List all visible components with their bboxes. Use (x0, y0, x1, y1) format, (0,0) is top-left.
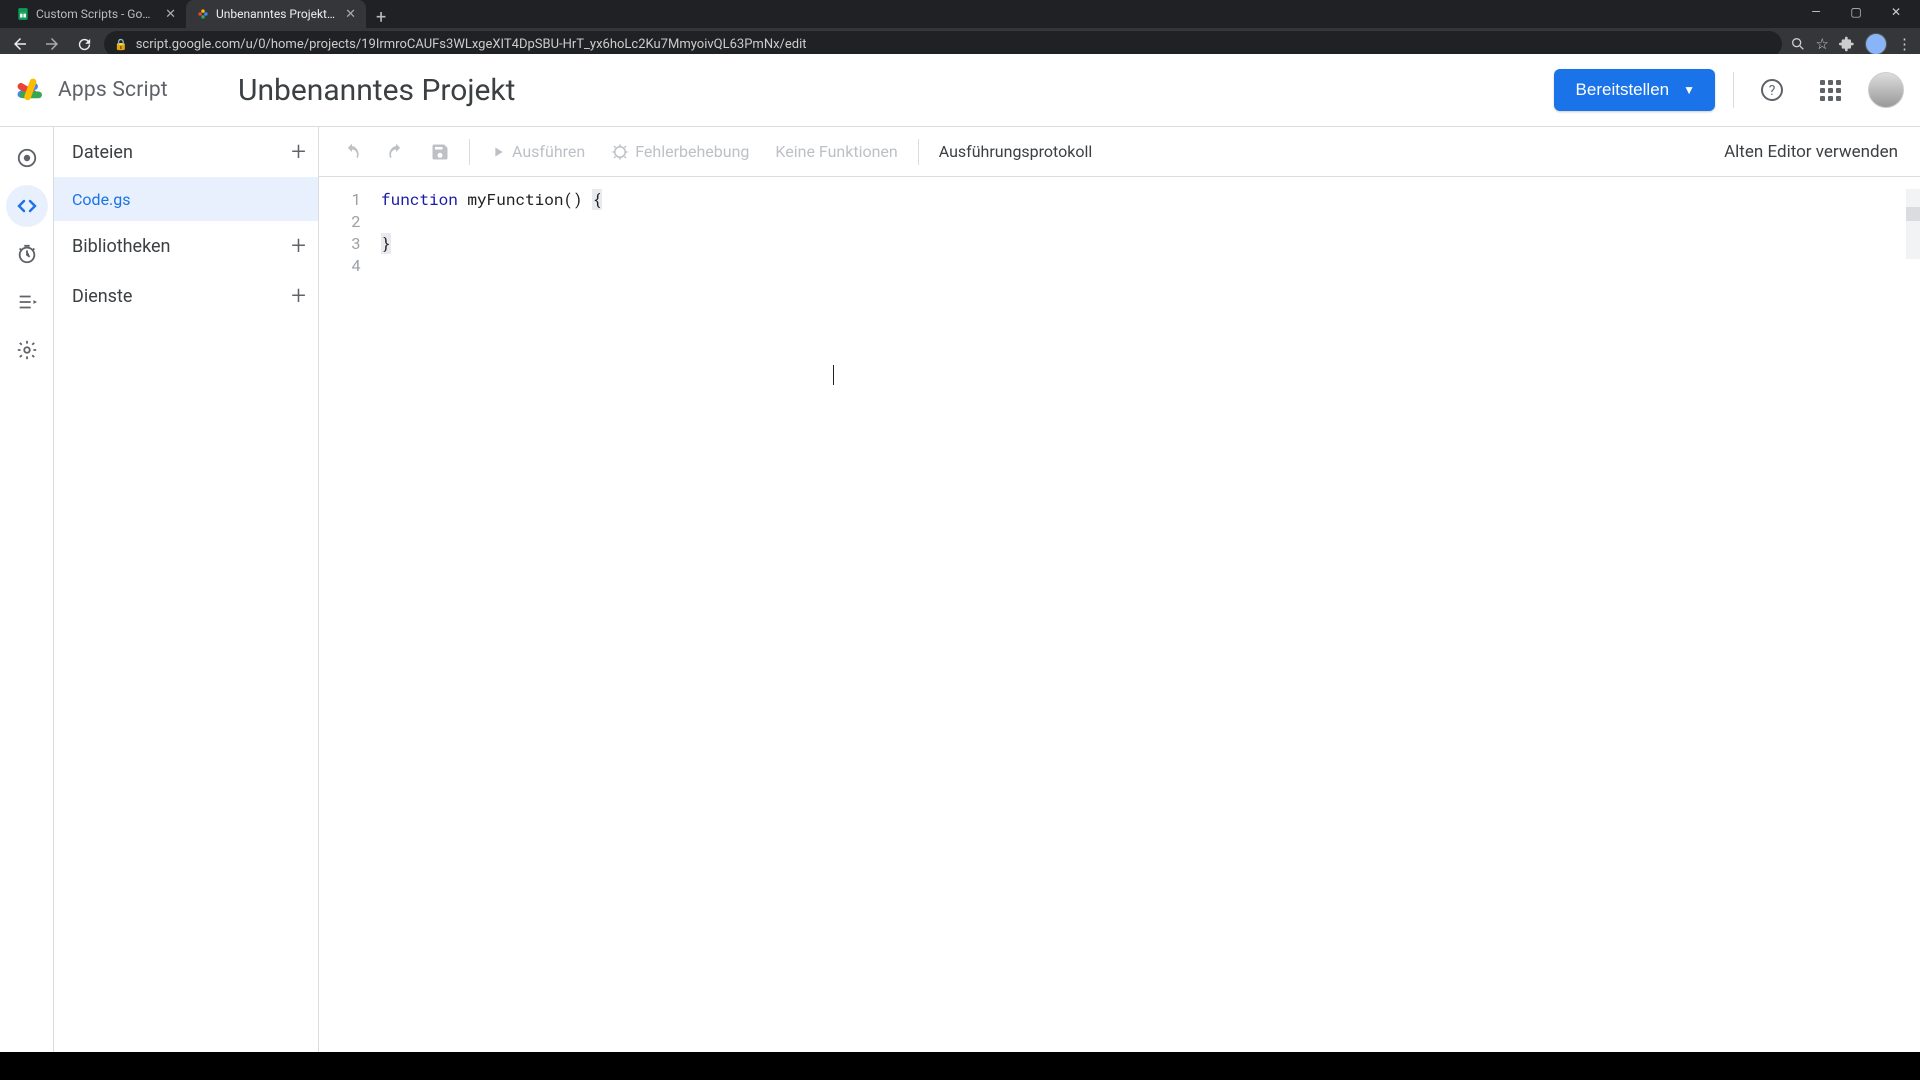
chevron-down-icon: ▼ (1683, 83, 1695, 97)
left-rail (0, 127, 54, 1080)
browser-tab[interactable]: Custom Scripts - Google Tabellen ✕ (6, 0, 186, 28)
add-library-button[interactable]: + (291, 231, 306, 261)
identifier: myFunction() (458, 189, 592, 210)
redo-button[interactable] (381, 137, 411, 167)
sheets-favicon (16, 7, 30, 21)
legacy-editor-link[interactable]: Alten Editor verwenden (1724, 142, 1902, 162)
function-selector[interactable]: Keine Funktionen (769, 135, 903, 169)
triggers-nav-icon[interactable] (6, 233, 48, 275)
browser-tab[interactable]: Unbenanntes Projekt - Projekt-E ✕ (186, 0, 366, 28)
undo-button[interactable] (337, 137, 367, 167)
svg-text:?: ? (1769, 83, 1776, 99)
star-icon[interactable]: ☆ (1816, 35, 1829, 53)
libraries-section-header: Bibliotheken + (54, 221, 318, 271)
services-label: Dienste (72, 286, 132, 307)
line-number: 2 (319, 211, 361, 233)
tab-strip: Custom Scripts - Google Tabellen ✕ Unben… (0, 0, 1920, 28)
line-number: 3 (319, 233, 361, 255)
add-service-button[interactable]: + (291, 281, 306, 311)
app-header: Apps Script Unbenanntes Projekt Bereitst… (0, 54, 1920, 126)
deploy-button[interactable]: Bereitstellen ▼ (1554, 69, 1715, 111)
services-section-header: Dienste + (54, 271, 318, 321)
chrome-menu-icon[interactable]: ⋮ (1897, 35, 1912, 53)
brace: } (381, 233, 391, 254)
divider (918, 139, 919, 165)
file-item[interactable]: Code.gs (54, 177, 318, 221)
line-number: 1 (319, 189, 361, 211)
executions-nav-icon[interactable] (6, 281, 48, 323)
minimap-scrollbar[interactable] (1906, 189, 1920, 259)
logo-area[interactable]: Apps Script (12, 72, 212, 108)
apps-script-app: Apps Script Unbenanntes Projekt Bereitst… (0, 54, 1920, 1080)
product-name: Apps Script (58, 78, 168, 102)
divider (1733, 72, 1734, 108)
tab-title: Custom Scripts - Google Tabellen (36, 7, 155, 21)
editor-toolbar: Ausführen Fehlerbehebung Keine Funktione… (319, 127, 1920, 177)
maximize-button[interactable]: ▢ (1836, 0, 1876, 24)
log-label: Ausführungsprotokoll (939, 142, 1093, 161)
project-title[interactable]: Unbenanntes Projekt (238, 73, 1554, 108)
code-text (381, 211, 400, 232)
letterbox (0, 1052, 1920, 1080)
line-gutter: 1 2 3 4 (319, 177, 373, 1080)
zoom-icon[interactable] (1790, 36, 1806, 52)
apps-script-logo-icon (12, 72, 48, 108)
close-icon[interactable]: ✕ (345, 7, 356, 22)
minimize-button[interactable]: — (1796, 0, 1836, 24)
body-row: Dateien + Code.gs Bibliotheken + Dienste… (0, 126, 1920, 1080)
extensions-icon[interactable] (1839, 36, 1855, 52)
forward-button[interactable] (40, 32, 64, 56)
brace: { (592, 189, 602, 210)
code-editor[interactable]: 1 2 3 4 function myFunction() { } (319, 177, 1920, 1080)
add-file-button[interactable]: + (291, 137, 306, 167)
files-label: Dateien (72, 142, 133, 163)
overview-nav-icon[interactable] (6, 137, 48, 179)
url-text: script.google.com/u/0/home/projects/19Ir… (136, 37, 807, 52)
chrome-profile-avatar[interactable] (1865, 33, 1887, 55)
close-window-button[interactable]: ✕ (1876, 0, 1916, 24)
scrollbar-thumb[interactable] (1906, 207, 1920, 221)
text-cursor (833, 365, 834, 385)
deploy-label: Bereitstellen (1576, 80, 1670, 100)
code-lines[interactable]: function myFunction() { } (373, 177, 1920, 1080)
apps-script-favicon (196, 7, 210, 21)
divider (469, 139, 470, 165)
functions-label: Keine Funktionen (775, 142, 897, 161)
tab-title: Unbenanntes Projekt - Projekt-E (216, 7, 335, 21)
run-label: Ausführen (512, 142, 585, 161)
help-icon[interactable]: ? (1752, 70, 1792, 110)
side-panel: Dateien + Code.gs Bibliotheken + Dienste… (54, 127, 319, 1080)
file-name: Code.gs (72, 190, 131, 209)
window-controls: — ▢ ✕ (1796, 0, 1916, 24)
editor-column: Ausführen Fehlerbehebung Keine Funktione… (319, 127, 1920, 1080)
libraries-label: Bibliotheken (72, 236, 171, 257)
reload-button[interactable] (72, 32, 96, 56)
new-tab-button[interactable]: + (366, 7, 396, 28)
user-avatar[interactable] (1868, 72, 1904, 108)
keyword: function (381, 189, 458, 210)
lock-icon: 🔒 (114, 38, 128, 51)
debug-button[interactable]: Fehlerbehebung (605, 135, 755, 169)
execution-log-button[interactable]: Ausführungsprotokoll (933, 135, 1099, 169)
back-button[interactable] (8, 32, 32, 56)
files-section-header: Dateien + (54, 127, 318, 177)
browser-chrome: Custom Scripts - Google Tabellen ✕ Unben… (0, 0, 1920, 54)
line-number: 4 (319, 255, 361, 277)
debug-label: Fehlerbehebung (635, 142, 749, 161)
apps-launcher-icon[interactable] (1810, 70, 1850, 110)
editor-nav-icon[interactable] (6, 185, 48, 227)
settings-nav-icon[interactable] (6, 329, 48, 371)
close-icon[interactable]: ✕ (165, 7, 176, 22)
save-button[interactable] (425, 137, 455, 167)
run-button[interactable]: Ausführen (484, 135, 591, 169)
